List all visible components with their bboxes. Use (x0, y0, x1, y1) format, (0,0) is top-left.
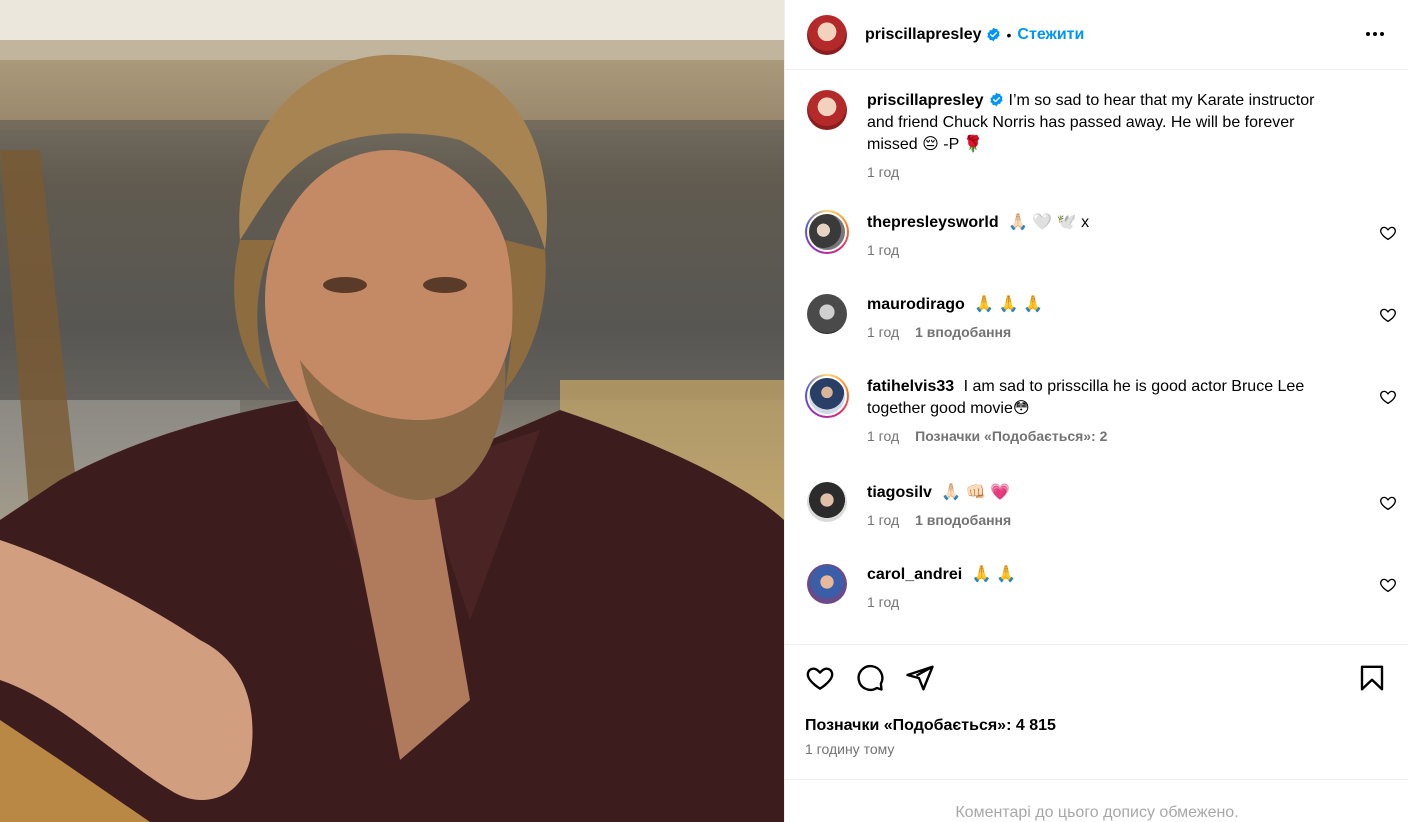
commenter-avatar[interactable] (807, 294, 847, 334)
comment-username[interactable]: tiagosilv (867, 484, 932, 501)
author-username[interactable]: priscillapresley (865, 26, 982, 44)
comment-item: maurodirago 🙏 🙏 🙏 1 год 1 вподобання (807, 294, 1397, 340)
caption-username[interactable]: priscillapresley (867, 92, 984, 109)
comment-time: 1 год (867, 428, 900, 444)
comment-time: 1 год (867, 242, 900, 258)
heart-icon[interactable] (805, 663, 835, 693)
comment-text: 🙏🏻 🤍 🕊️ x (1008, 214, 1090, 231)
post-side-panel: priscillapresley • Стежити priscillapres… (784, 0, 1408, 822)
comment-text: 🙏🏻 👊🏻 💗 (941, 484, 1011, 501)
commenter-avatar[interactable] (807, 564, 847, 604)
follow-button[interactable]: Стежити (1017, 26, 1084, 44)
comment-item: fatihelvis33 I am sad to prisscilla he i… (805, 374, 1397, 444)
comment-time: 1 год (867, 594, 900, 610)
verified-badge-icon (986, 27, 1000, 42)
commenter-avatar[interactable] (805, 374, 849, 418)
author-info: priscillapresley • Стежити (865, 26, 1084, 44)
comment-like-heart-icon[interactable] (1379, 494, 1397, 512)
post-header: priscillapresley • Стежити (785, 0, 1408, 70)
comment-like-heart-icon[interactable] (1379, 306, 1397, 324)
post-timestamp[interactable]: 1 годину тому (805, 741, 1389, 757)
commenter-avatar[interactable] (807, 482, 847, 522)
share-icon[interactable] (905, 663, 935, 693)
comment-item: tiagosilv 🙏🏻 👊🏻 💗 1 год 1 вподобання (807, 482, 1397, 528)
instagram-post: priscillapresley • Стежити priscillapres… (0, 0, 1408, 822)
comment-like-heart-icon[interactable] (1379, 224, 1397, 242)
separator-dot: • (1006, 26, 1012, 43)
comment-likes[interactable]: 1 вподобання (915, 324, 1011, 340)
comment-likes[interactable]: 1 вподобання (915, 512, 1011, 528)
comment-time: 1 год (867, 512, 900, 528)
comment-text: 🙏 🙏 (971, 566, 1016, 583)
comment-icon[interactable] (855, 663, 885, 693)
comment-username[interactable]: maurodirago (867, 296, 965, 313)
post-actions: Позначки «Подобається»: 4 815 1 годину т… (785, 644, 1408, 757)
bookmark-icon[interactable] (1357, 663, 1387, 693)
verified-badge-icon (989, 92, 1003, 107)
comment-text: 🙏 🙏 🙏 (974, 296, 1043, 313)
comment-likes[interactable]: Позначки «Подобається»: 2 (915, 428, 1107, 444)
commenter-avatar[interactable] (805, 210, 849, 254)
portrait-illustration (0, 0, 784, 822)
post-likes-count[interactable]: Позначки «Подобається»: 4 815 (805, 717, 1389, 735)
comments-closed-notice: Коментарі до цього допису обмежено. (785, 779, 1408, 822)
comment-username[interactable]: fatihelvis33 (867, 378, 954, 395)
comment-username[interactable]: thepresleysworld (867, 214, 999, 231)
author-avatar[interactable] (807, 14, 847, 55)
comment-like-heart-icon[interactable] (1379, 576, 1397, 594)
comment-item: carol_andrei 🙏 🙏 1 год (807, 564, 1397, 610)
post-caption: priscillapresley I’m so sad to hear that… (807, 90, 1397, 180)
comment-time: 1 год (867, 324, 900, 340)
post-photo[interactable] (0, 0, 784, 822)
caption-time: 1 год (867, 164, 900, 180)
action-icons (805, 661, 1389, 695)
caption-avatar[interactable] (807, 90, 847, 130)
more-options-icon[interactable] (1361, 20, 1389, 48)
comment-like-heart-icon[interactable] (1379, 388, 1397, 406)
comment-username[interactable]: carol_andrei (867, 566, 962, 583)
comment-item: thepresleysworld 🙏🏻 🤍 🕊️ x 1 год (805, 210, 1397, 258)
